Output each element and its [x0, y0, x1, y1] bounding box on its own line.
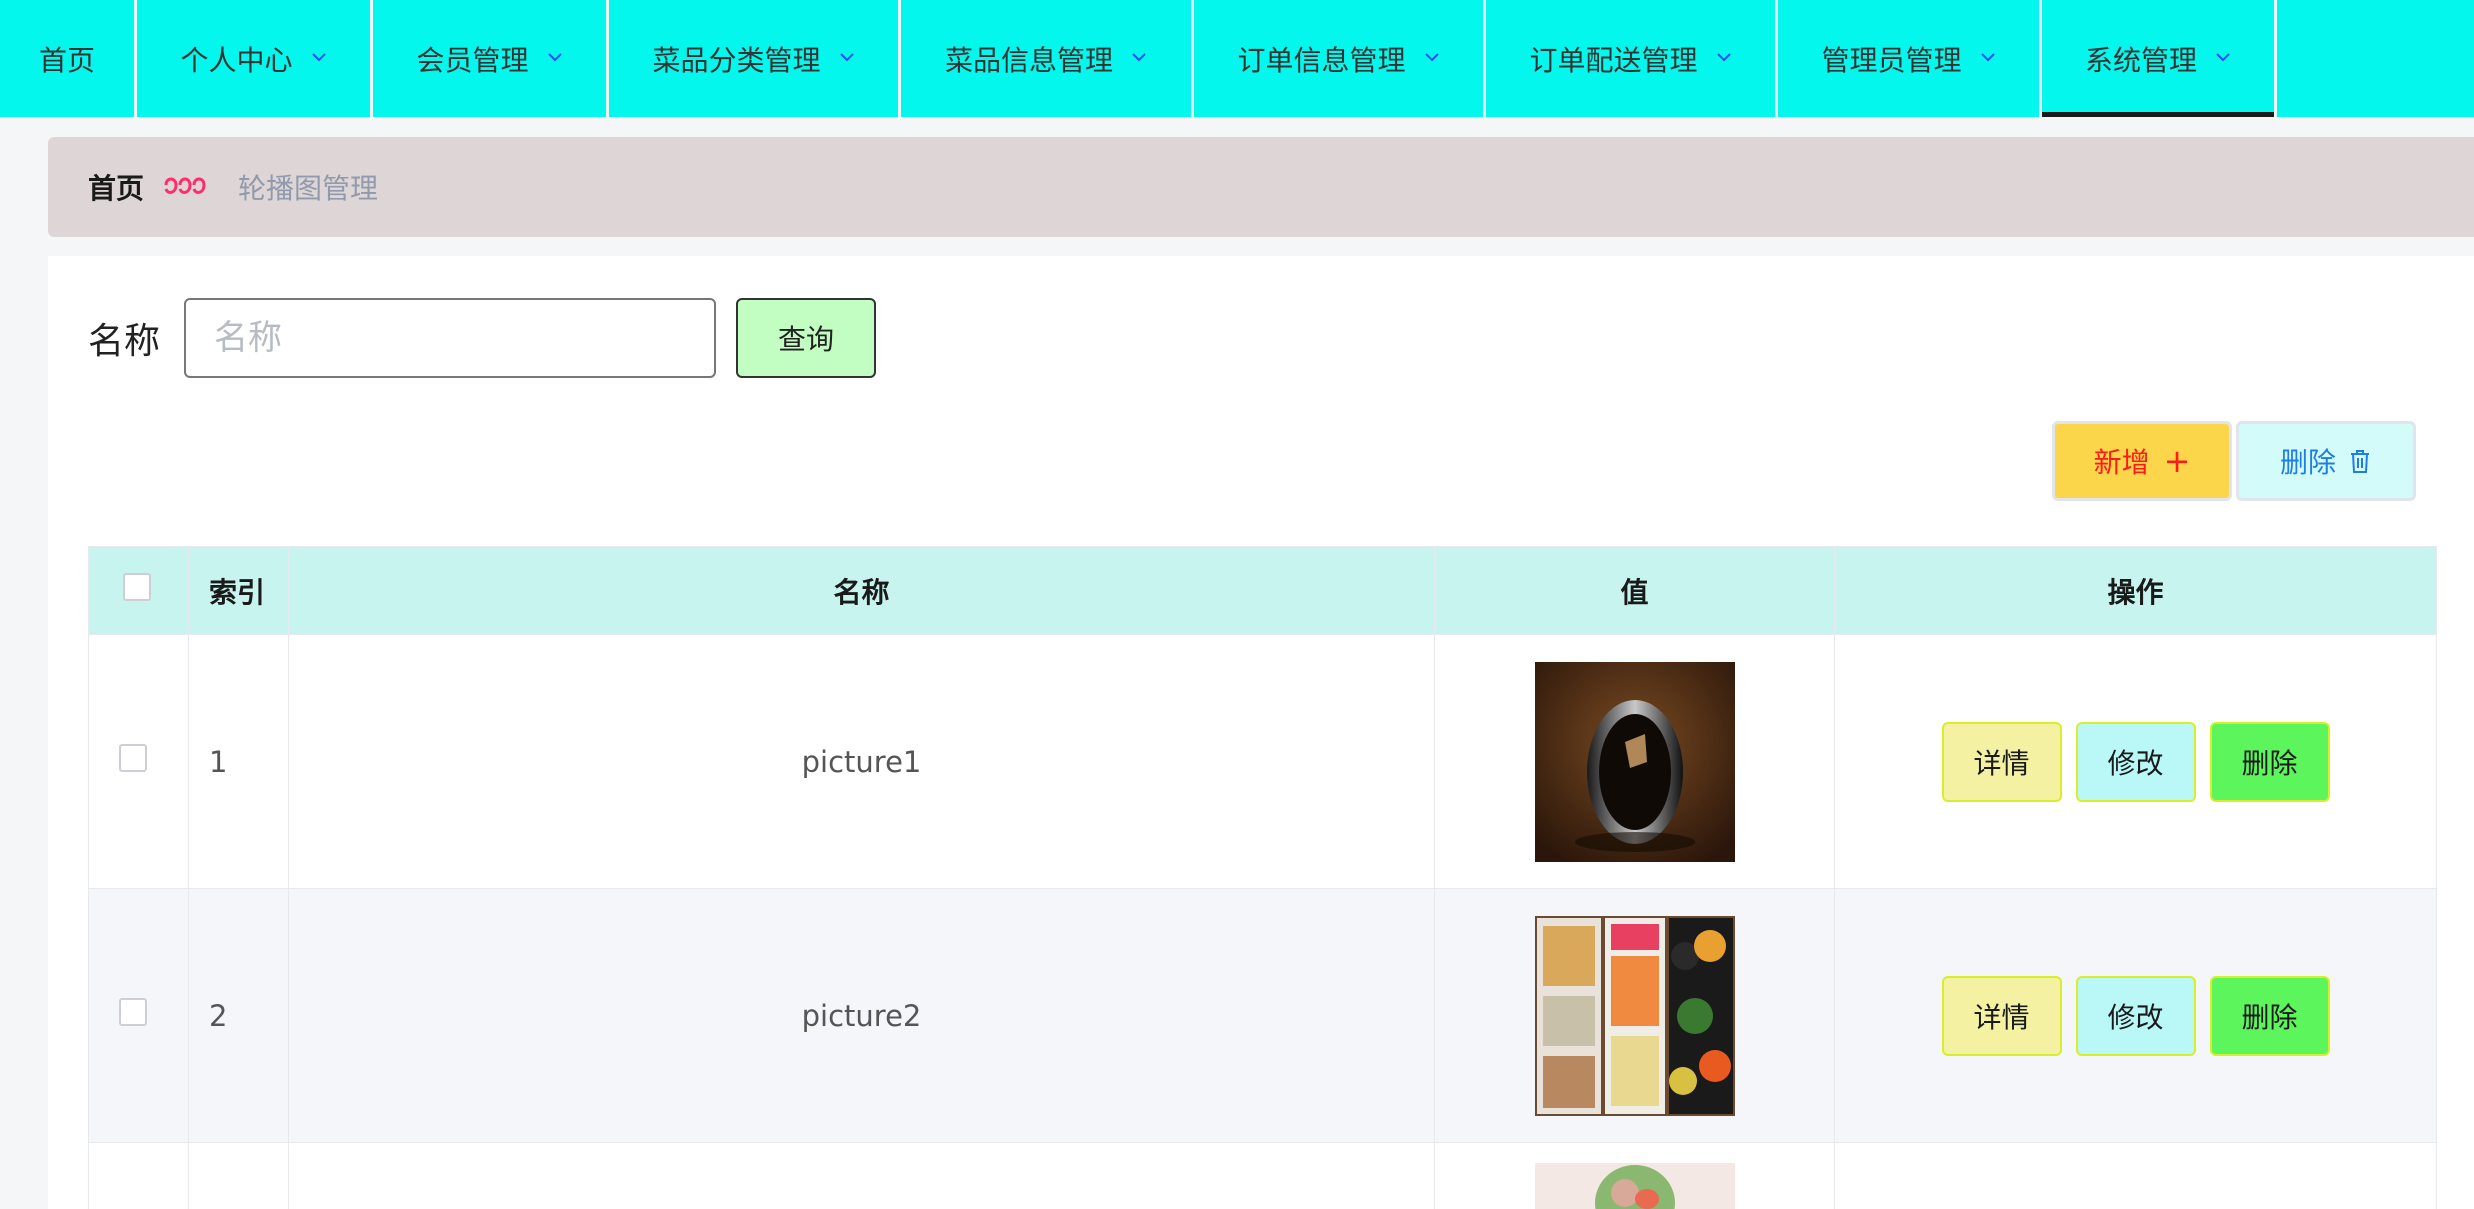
breadcrumb-current: 轮播图管理 [238, 172, 379, 205]
row-ops-cell [1834, 1142, 2437, 1209]
header-index: 索引 [188, 546, 289, 635]
table-row: 1 picture1 详情 修改 删除 [88, 634, 2437, 889]
nav-item-label: 菜品分类管理 [652, 43, 821, 77]
nav-item-label: 系统管理 [2084, 43, 2197, 77]
table-header-row: 索引 名称 值 操作 [88, 546, 2437, 635]
chevron-down-icon [1716, 51, 1732, 67]
row-value-cell [1434, 1142, 1835, 1209]
batch-delete-label: 删除 [2279, 446, 2336, 479]
query-button[interactable]: 查询 [736, 298, 877, 378]
search-input[interactable] [184, 298, 717, 378]
data-table: 索引 名称 值 操作 1 picture1 详情 修改 删除 2 picture… [88, 546, 2437, 1209]
add-button[interactable]: 新增 + [2052, 421, 2232, 501]
search-label: 名称 [88, 321, 161, 362]
row-ops-cell: 详情 修改 删除 [1834, 888, 2437, 1143]
delete-button[interactable]: 删除 [2209, 975, 2330, 1056]
row-index: 2 [188, 888, 289, 1143]
table-row: 2 picture2 详情 修改 删除 [88, 888, 2437, 1143]
nav-item-personal-center[interactable]: 个人中心 [137, 0, 373, 117]
nav-item-label: 订单信息管理 [1237, 43, 1406, 77]
plus-icon: + [2163, 442, 2191, 480]
row-value-cell [1434, 634, 1835, 889]
nav-item-admin-management[interactable]: 管理员管理 [1778, 0, 2042, 117]
action-bar: 新增 + 删除 [2052, 421, 2416, 501]
edit-button[interactable]: 修改 [2075, 975, 2196, 1056]
row-name: picture2 [288, 888, 1435, 1143]
nav-item-system-management[interactable]: 系统管理 [2042, 0, 2277, 117]
chevron-down-icon [2215, 51, 2231, 67]
edit-button[interactable]: 修改 [2075, 721, 2196, 802]
chevron-down-icon [1424, 51, 1440, 67]
row-index [188, 1142, 289, 1209]
breadcrumb: 首页 轮播图管理 [48, 137, 2474, 237]
nav-item-label: 会员管理 [416, 43, 529, 77]
nav-item-order-info-management[interactable]: 订单信息管理 [1194, 0, 1486, 117]
breadcrumb-separator-icon [162, 175, 220, 199]
nav-item-label: 订单配送管理 [1529, 43, 1698, 77]
nav-item-member-management[interactable]: 会员管理 [373, 0, 609, 117]
chevron-down-icon [547, 51, 563, 67]
nav-item-label: 首页 [38, 43, 95, 77]
row-name [288, 1142, 1435, 1209]
add-button-label: 新增 [2093, 446, 2150, 479]
nav-item-dish-info-management[interactable]: 菜品信息管理 [901, 0, 1194, 117]
row-name: picture1 [288, 634, 1435, 889]
breadcrumb-home[interactable]: 首页 [88, 167, 144, 207]
select-all-cell [88, 546, 189, 635]
chevron-down-icon [1980, 51, 1996, 67]
table-row [88, 1142, 2437, 1209]
row-ops-cell: 详情 修改 删除 [1834, 634, 2437, 889]
header-name: 名称 [288, 546, 1435, 635]
chevron-down-icon [1131, 51, 1147, 67]
nav-item-dish-category-management[interactable]: 菜品分类管理 [609, 0, 901, 117]
search-bar: 名称 查询 [88, 298, 877, 378]
top-nav: 首页 个人中心 会员管理 菜品分类管理 菜品信息管理 订单信息管理 订单配送管理… [0, 0, 2474, 117]
batch-delete-button[interactable]: 删除 [2236, 421, 2416, 501]
detail-button[interactable]: 详情 [1941, 721, 2062, 802]
row-checkbox-cell [88, 888, 189, 1143]
food-platter-image [1534, 915, 1735, 1116]
row-checkbox-cell [88, 634, 189, 889]
trash-icon [2348, 448, 2372, 474]
row-index: 1 [188, 634, 289, 889]
delete-button[interactable]: 删除 [2209, 721, 2330, 802]
nav-item-home[interactable]: 首页 [0, 0, 137, 117]
nav-item-label: 菜品信息管理 [944, 43, 1113, 77]
header-ops: 操作 [1834, 546, 2437, 635]
row-checkbox[interactable] [119, 998, 147, 1026]
row-checkbox-cell [88, 1142, 189, 1209]
nav-item-label: 个人中心 [180, 43, 293, 77]
select-all-checkbox[interactable] [123, 573, 151, 601]
chevron-down-icon [311, 51, 327, 67]
nav-item-label: 管理员管理 [1821, 43, 1962, 77]
row-checkbox[interactable] [119, 744, 147, 772]
detail-button[interactable]: 详情 [1941, 975, 2062, 1056]
row-value-cell [1434, 888, 1835, 1143]
nav-item-order-delivery-management[interactable]: 订单配送管理 [1486, 0, 1778, 117]
chevron-down-icon [839, 51, 855, 67]
coffee-cup-image [1534, 661, 1735, 862]
header-value: 值 [1434, 546, 1835, 635]
main-panel: 名称 查询 新增 + 删除 索 [48, 256, 2474, 1209]
salad-image [1534, 1163, 1735, 1209]
